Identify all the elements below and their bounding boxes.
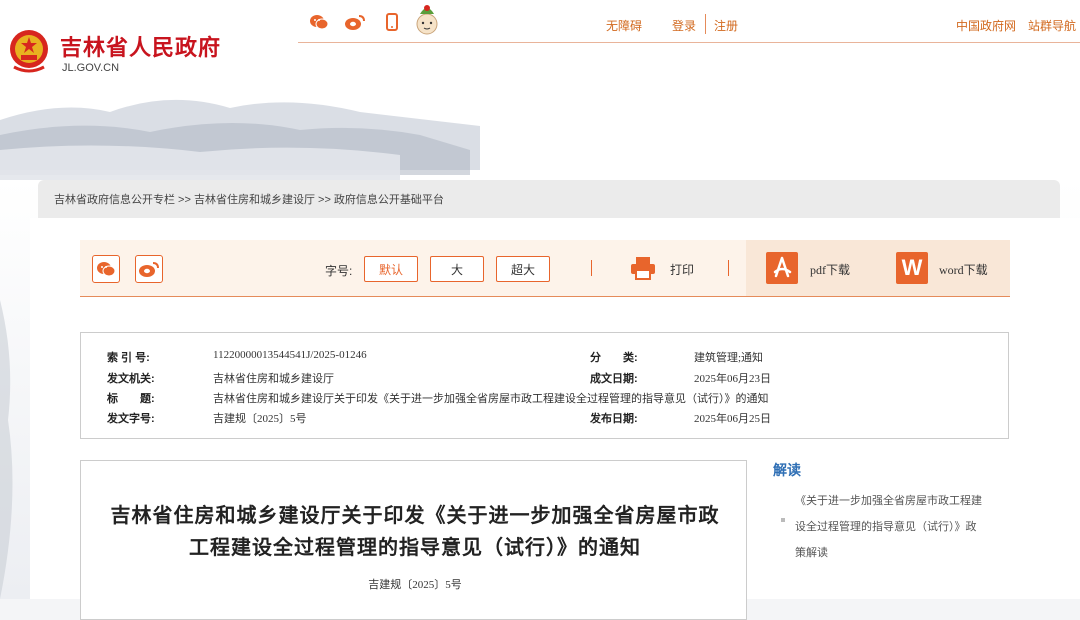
national-emblem-icon [10, 30, 48, 73]
category-label: 分 类: [590, 352, 638, 364]
article-doc-no: 吉建规〔2025〕5号 [368, 579, 462, 591]
published-date-value: 2025年06月25日 [694, 413, 771, 425]
interpretation-link-line[interactable]: 《关于进一步加强全省房屋市政工程建 [795, 488, 1005, 514]
print-button[interactable]: 打印 [670, 261, 694, 278]
mascot-icon[interactable] [414, 2, 440, 36]
register-link[interactable]: 注册 [714, 17, 738, 34]
interpretation-link-line[interactable]: 设全过程管理的指导意见（试行）》政 [795, 514, 1005, 540]
article-title-line: 吉林省住房和城乡建设厅关于印发《关于进一步加强全省房屋市政 [110, 505, 720, 527]
doc-no-value: 吉建规〔2025〕5号 [213, 413, 307, 425]
title-label: 标 题: [107, 393, 155, 405]
created-date-value: 2025年06月23日 [694, 373, 771, 385]
word-icon[interactable]: W [896, 252, 928, 284]
weibo-icon[interactable] [344, 12, 366, 32]
article-title-line: 工程建设全过程管理的指导意见（试行）》的通知 [189, 537, 641, 559]
china-gov-link[interactable]: 中国政府网 [956, 17, 1016, 34]
bullet-icon [781, 518, 785, 522]
issuer-label: 发文机关: [107, 373, 155, 385]
login-link[interactable]: 登录 [672, 17, 696, 34]
font-size-large-button[interactable]: 大 [430, 256, 484, 282]
word-download-button[interactable]: word下载 [939, 261, 988, 278]
toolbar-separator [728, 260, 729, 276]
font-size-label: 字号: [325, 264, 353, 278]
pdf-download-button[interactable]: pdf下载 [810, 261, 850, 278]
mobile-icon[interactable] [384, 12, 400, 32]
breadcrumb[interactable]: 吉林省政府信息公开专栏 >> 吉林省住房和城乡建设厅 >> 政府信息公开基础平台 [54, 191, 444, 207]
top-separator [705, 14, 706, 34]
accessibility-link[interactable]: 无障碍 [606, 17, 642, 34]
doc-no-label: 发文字号: [107, 413, 155, 425]
interpretation-link[interactable]: 《关于进一步加强全省房屋市政工程建 设全过程管理的指导意见（试行）》政 策解读 [795, 488, 1005, 566]
article-title: 吉林省住房和城乡建设厅关于印发《关于进一步加强全省房屋市政 工程建设全过程管理的… [110, 500, 720, 564]
font-size-default-button[interactable]: 默认 [364, 256, 418, 282]
header-divider [298, 42, 1080, 43]
font-size-xlarge-button[interactable]: 超大 [496, 256, 550, 282]
published-date-label: 发布日期: [590, 413, 638, 425]
created-date-label: 成文日期: [590, 373, 638, 385]
index-no-value: 11220000013544541J/2025-01246 [213, 349, 367, 361]
site-title[interactable]: 吉林省人民政府 [60, 30, 221, 62]
interpretation-heading: 解读 [773, 462, 801, 478]
wechat-icon[interactable] [308, 12, 330, 32]
category-value: 建筑管理;通知 [694, 352, 764, 364]
site-nav-link[interactable]: 站群导航 [1028, 17, 1076, 34]
toolbar-separator [591, 260, 592, 276]
index-no-label: 索 引 号: [107, 352, 150, 364]
pdf-icon[interactable] [766, 252, 798, 284]
title-value: 吉林省住房和城乡建设厅关于印发《关于进一步加强全省房屋市政工程建设全过程管理的指… [213, 393, 769, 405]
share-wechat-icon[interactable] [92, 255, 120, 283]
site-domain: JL.GOV.CN [62, 62, 120, 74]
interpretation-link-line[interactable]: 策解读 [795, 540, 1005, 566]
share-weibo-icon[interactable] [135, 255, 163, 283]
issuer-value: 吉林省住房和城乡建设厅 [213, 373, 334, 385]
print-icon[interactable] [629, 255, 657, 281]
